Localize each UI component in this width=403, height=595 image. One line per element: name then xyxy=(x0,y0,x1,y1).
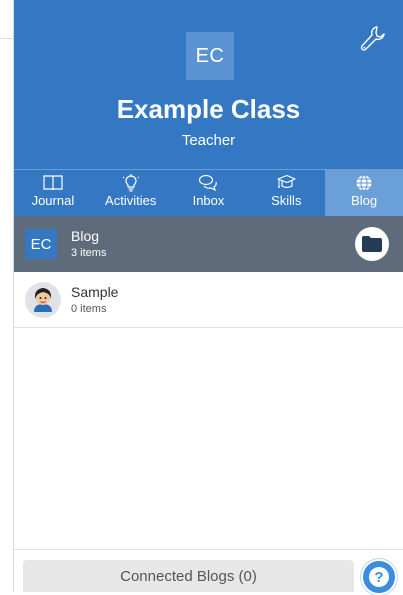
tab-label: Activities xyxy=(105,193,157,208)
folder-button[interactable] xyxy=(355,227,389,261)
book-icon xyxy=(43,175,63,191)
tab-blog[interactable]: Blog xyxy=(325,170,403,216)
globe-icon xyxy=(356,174,372,192)
class-title: Example Class xyxy=(116,94,301,124)
connected-blogs-button[interactable]: Connected Blogs (0) xyxy=(23,560,354,592)
tab-inbox[interactable]: Inbox xyxy=(170,170,248,216)
class-header: EC Example Class Teacher xyxy=(14,0,403,169)
tab-journal[interactable]: Journal xyxy=(14,170,92,216)
blog-item-count: 3 items xyxy=(71,247,107,259)
class-panel: EC Example Class Teacher Journal Activit… xyxy=(13,0,403,595)
tab-label: Journal xyxy=(31,193,75,208)
tab-activities[interactable]: Activities xyxy=(92,170,170,216)
divider xyxy=(0,38,13,39)
graduation-cap-icon xyxy=(277,174,296,189)
class-blog-row[interactable]: EC Blog 3 items xyxy=(14,216,403,272)
help-button[interactable]: ? xyxy=(361,559,397,595)
list-item[interactable]: Sample 0 items xyxy=(14,272,403,328)
user-role: Teacher xyxy=(181,132,236,149)
lightbulb-icon xyxy=(122,174,140,192)
wrench-settings-icon[interactable] xyxy=(358,24,386,54)
left-background-strip xyxy=(0,0,13,591)
footer-bar: Connected Blogs (0) ? xyxy=(14,549,403,595)
chat-bubbles-icon xyxy=(199,174,218,192)
tab-skills[interactable]: Skills xyxy=(247,170,325,216)
student-avatar xyxy=(25,282,61,318)
question-icon: ? xyxy=(369,567,389,587)
tab-label: Blog xyxy=(351,193,378,208)
folder-icon xyxy=(362,236,382,252)
student-name: Sample xyxy=(71,284,119,300)
blog-avatar: EC xyxy=(25,229,57,259)
main-tab-bar: Journal Activities Inbox Skills Blog xyxy=(14,169,403,216)
student-item-count: 0 items xyxy=(71,303,107,315)
class-avatar: EC xyxy=(186,32,234,80)
tab-label: Skills xyxy=(271,193,302,208)
tab-label: Inbox xyxy=(192,193,225,208)
blog-name: Blog xyxy=(71,228,100,244)
